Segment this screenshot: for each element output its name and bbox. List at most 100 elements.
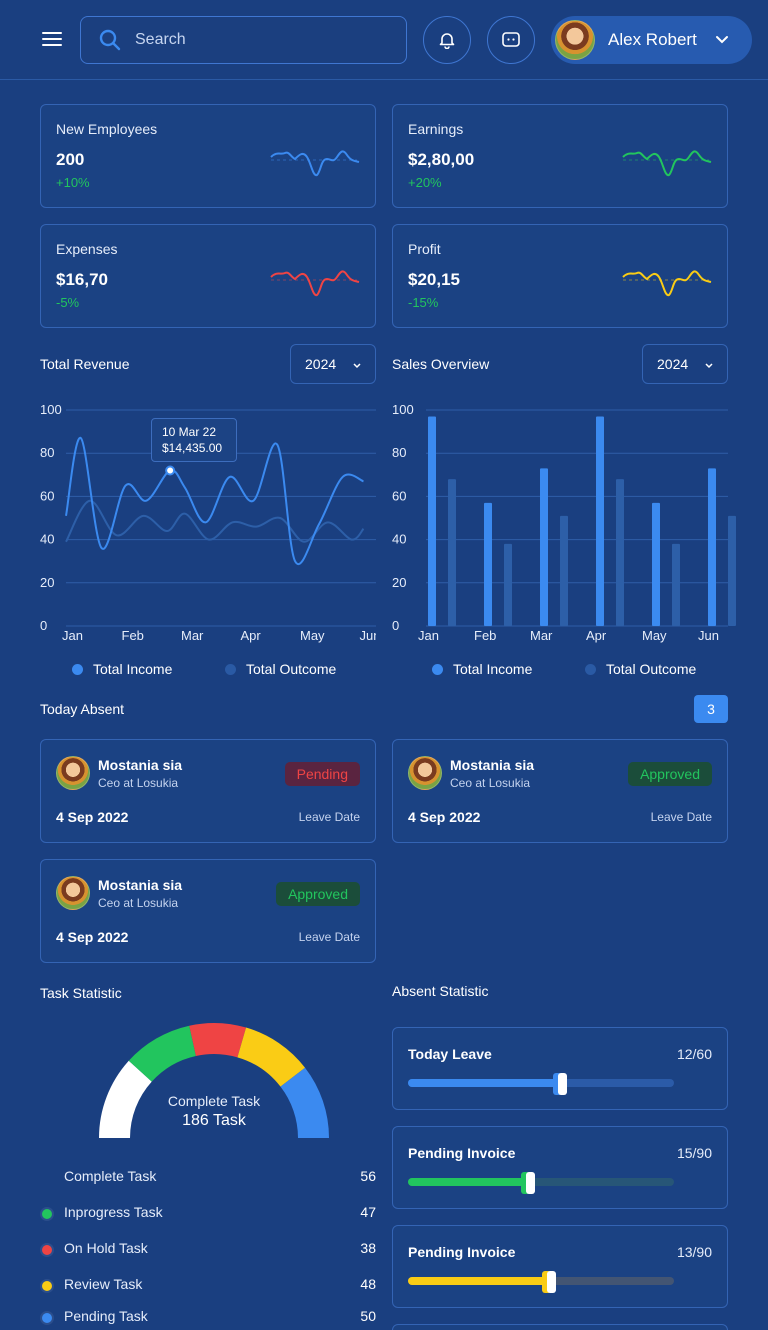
bar-outcome <box>728 515 736 626</box>
progress-track[interactable] <box>408 1172 674 1194</box>
search-icon <box>99 29 121 51</box>
y-tick-label: 100 <box>40 402 62 417</box>
stat-value: 200 <box>56 150 85 169</box>
y-tick-label: 80 <box>392 445 406 460</box>
tooltip-value: $14,435.00 <box>162 441 223 455</box>
absent-card[interactable]: Mostania sia Ceo at Losukia Approved 4 S… <box>40 859 376 963</box>
employee-avatar <box>408 756 442 790</box>
x-tick-label: May <box>642 628 667 643</box>
notification-button[interactable] <box>423 16 471 64</box>
employee-avatar <box>56 756 90 790</box>
user-profile-menu[interactable]: Alex Robert <box>551 16 752 64</box>
bar-income <box>652 502 660 626</box>
y-tick-label: 0 <box>40 618 47 633</box>
task-dot <box>40 1243 54 1257</box>
gauge-segment <box>189 1023 247 1058</box>
bar-income <box>708 468 716 626</box>
sparkline <box>270 270 360 297</box>
stat-card-profit: Profit $20,15 -15% <box>392 224 728 328</box>
progress-handle[interactable] <box>557 1073 567 1095</box>
search-box[interactable] <box>80 16 407 64</box>
employee-role: Ceo at Losukia <box>450 776 531 790</box>
task-row: Review Task 48 <box>40 1273 376 1297</box>
status-badge: Approved <box>276 882 360 906</box>
messages-button[interactable] <box>487 16 535 64</box>
stat-change: -15% <box>408 295 439 310</box>
legend-total-outcome: Total Outcome <box>225 661 336 677</box>
leave-date-label: Leave Date <box>650 810 712 824</box>
highlight-point <box>165 465 176 476</box>
stat-label: Profit <box>408 241 441 257</box>
absent-stat-card: Pending Invoice 13/90 <box>392 1225 728 1308</box>
stat-card-expenses: Expenses $16,70 -5% <box>40 224 376 328</box>
user-avatar <box>555 20 595 60</box>
y-tick-label: 0 <box>392 618 399 633</box>
task-dot <box>40 1207 54 1221</box>
stat-value: $16,70 <box>56 270 108 289</box>
stat-card-new-employees: New Employees 200 +10% <box>40 104 376 208</box>
gauge-center-value: 186 Task <box>182 1112 246 1129</box>
absent-count-badge: 3 <box>694 695 728 723</box>
employee-name: Mostania sia <box>98 757 183 773</box>
absent-stat-count: 12/60 <box>676 1046 712 1062</box>
absent-stat-card: Pending Invoice 15/90 <box>392 1126 728 1209</box>
task-value: 56 <box>360 1168 376 1184</box>
stat-label: Expenses <box>56 241 118 257</box>
legend-total-income: Total Income <box>72 661 172 677</box>
progress-handle[interactable] <box>525 1172 535 1194</box>
progress-fill <box>408 1079 560 1087</box>
tooltip-date: 10 Mar 22 <box>162 425 217 439</box>
legend-label: Total Outcome <box>606 661 697 677</box>
absent-card[interactable]: Mostania sia Ceo at Losukia Approved 4 S… <box>392 739 728 843</box>
stat-value: $20,15 <box>408 270 460 289</box>
chat-icon <box>502 32 520 47</box>
absent-stat-card: Today Leave 12/60 <box>392 1027 728 1110</box>
progress-track[interactable] <box>408 1271 674 1293</box>
task-label: Inprogress Task <box>64 1204 163 1220</box>
x-tick-label: Mar <box>181 628 204 643</box>
bar-outcome <box>672 543 680 626</box>
employee-name: Mostania sia <box>98 877 183 893</box>
legend-dot <box>72 663 83 675</box>
task-value: 48 <box>360 1276 376 1292</box>
task-dot <box>40 1279 54 1293</box>
y-tick-label: 60 <box>392 488 406 503</box>
legend-total-outcome: Total Outcome <box>585 661 696 677</box>
legend-label: Total Income <box>93 661 173 677</box>
legend-label: Total Outcome <box>246 661 337 677</box>
stat-label: New Employees <box>56 121 158 137</box>
search-input[interactable] <box>135 31 375 49</box>
progress-handle[interactable] <box>546 1271 556 1293</box>
x-tick-label: Jan <box>418 628 439 643</box>
stat-label: Earnings <box>408 121 464 137</box>
x-tick-label: Mar <box>530 628 553 643</box>
leave-date-label: Leave Date <box>298 930 360 944</box>
revenue-tooltip: 10 Mar 22 $14,435.00 <box>151 418 237 462</box>
absent-stat-card <box>392 1324 728 1330</box>
hamburger-menu-icon[interactable] <box>40 28 64 52</box>
leave-date: 4 Sep 2022 <box>56 929 129 945</box>
progress-fill <box>408 1277 549 1285</box>
sales-bar-chart: 0 20 40 60 80 100 Jan Feb Mar Apr May Jun <box>392 402 736 643</box>
y-tick-label: 100 <box>392 402 414 417</box>
x-tick-label: Jun <box>360 628 377 643</box>
task-value: 47 <box>360 1204 376 1220</box>
status-badge: Approved <box>628 762 712 786</box>
employee-name: Mostania sia <box>450 757 535 773</box>
absent-stat-count: 15/90 <box>676 1145 712 1161</box>
x-tick-label: Feb <box>122 628 144 643</box>
revenue-year-select[interactable]: 2024 <box>290 344 376 384</box>
chevron-down-icon <box>715 36 728 44</box>
task-row: Pending Task 50 <box>40 1305 376 1329</box>
status-badge: Pending <box>284 762 360 786</box>
stat-card-earnings: Earnings $2,80,00 +20% <box>392 104 728 208</box>
absent-card[interactable]: Mostania sia Ceo at Losukia Pending 4 Se… <box>40 739 376 843</box>
legend-total-income: Total Income <box>432 661 532 677</box>
progress-track[interactable] <box>408 1073 674 1095</box>
y-tick-label: 20 <box>392 575 406 590</box>
absent-stat-label: Pending Invoice <box>408 1244 516 1260</box>
top-bar: Alex Robert <box>0 0 768 80</box>
sales-year-select[interactable]: 2024 <box>642 344 728 384</box>
bar-outcome <box>616 479 624 626</box>
task-label: Complete Task <box>64 1168 157 1184</box>
